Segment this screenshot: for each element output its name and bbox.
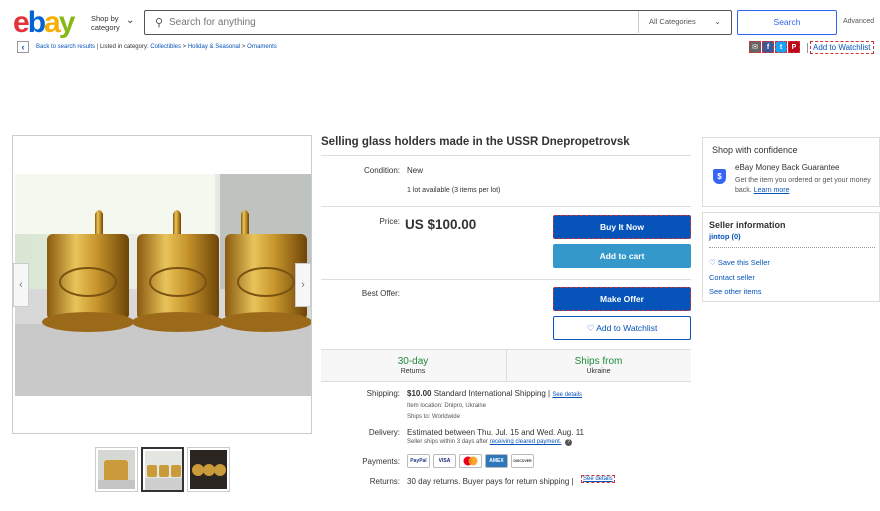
heart-icon: ♡ (709, 258, 718, 267)
contact-seller-link[interactable]: Contact seller (709, 273, 755, 282)
top-add-to-watchlist-link[interactable]: Add to Watchlist (807, 41, 874, 54)
cleared-payment-link[interactable]: receiving cleared payment. (490, 439, 562, 445)
returns-label: Returns: (369, 477, 400, 486)
price-value: US $100.00 (405, 217, 477, 232)
facebook-icon[interactable]: f (762, 41, 774, 53)
make-offer-button[interactable]: Make Offer (553, 287, 691, 311)
category-select-value: All Categories (649, 17, 696, 26)
thumbnail-3[interactable] (187, 447, 230, 492)
search-button[interactable]: Search (737, 10, 837, 35)
help-icon[interactable]: ? (565, 439, 573, 446)
divider (321, 155, 691, 156)
listed-in-label: Listed in category: (99, 44, 149, 50)
save-seller-link[interactable]: ♡ Save this Seller (709, 258, 770, 267)
returns-summary: 30-day Returns (321, 350, 505, 381)
heart-icon: ♡ (586, 323, 597, 333)
ships-from-summary: Ships from Ukraine (506, 350, 690, 381)
price-label: Price: (379, 217, 400, 226)
thumbnail-2-selected[interactable] (141, 447, 184, 492)
main-product-image[interactable] (12, 135, 312, 434)
guarantee-description: Get the item you ordered or get your mon… (735, 177, 871, 194)
category-select[interactable]: All Categories ⌄ (638, 11, 731, 33)
image-next-arrow[interactable]: › (295, 263, 311, 307)
thumbnail-1[interactable] (95, 447, 138, 492)
delivery-estimate: Estimated between Thu. Jul. 15 and Wed. … (407, 428, 585, 437)
twitter-icon[interactable]: t (775, 41, 787, 53)
email-icon[interactable]: ✉ (749, 41, 761, 53)
search-bar: ⚲ All Categories ⌄ (144, 10, 732, 35)
ships-from-country: Ukraine (586, 368, 611, 375)
delivery-note-text: Seller ships within 3 days after (407, 439, 489, 445)
pinterest-icon[interactable]: P (788, 41, 800, 53)
availability-text: 1 lot available (3 items per lot) (407, 187, 501, 194)
shipping-label: Shipping: (366, 389, 400, 398)
add-to-watchlist-button[interactable]: ♡ Add to Watchlist (553, 316, 691, 340)
divider (709, 247, 875, 248)
shop-with-confidence-panel: Shop with confidence $ eBay Money Back G… (702, 137, 880, 207)
ships-from-title: Ships from (574, 356, 623, 367)
back-to-search-link[interactable]: Back to search results (36, 44, 95, 50)
returns-shipping-summary: 30-day Returns Ships from Ukraine (321, 349, 691, 382)
share-icons: ✉ f t P (749, 41, 800, 54)
thumbnail-strip (95, 447, 230, 492)
breadcrumb-item-collectibles[interactable]: Collectibles (150, 44, 181, 50)
condition-value: New (407, 166, 424, 175)
payment-methods: PayPal VISA AMEX DISCOVER (407, 454, 534, 468)
condition-label: Condition: (363, 166, 400, 175)
divider (321, 279, 691, 280)
search-input[interactable] (169, 11, 639, 33)
confidence-heading: Shop with confidence (712, 145, 798, 155)
item-location: Item location: Dnipro, Ukraine (407, 403, 487, 409)
shield-icon: $ (713, 169, 726, 184)
breadcrumb: Back to search results | Listed in categ… (36, 44, 277, 50)
seller-information-panel: Seller information jintop (0) ♡ Save thi… (702, 212, 880, 302)
breadcrumb-item-ornaments[interactable]: Ornaments (247, 44, 277, 50)
ebay-logo[interactable]: ebay (13, 8, 75, 38)
chevron-down-icon: ⌄ (126, 15, 135, 26)
add-to-cart-button[interactable]: Add to cart (553, 244, 691, 268)
shipping-line: $10.00 Standard International Shipping |… (407, 389, 582, 398)
see-other-items-link[interactable]: See other items (709, 287, 762, 296)
learn-more-link[interactable]: Learn more (754, 187, 790, 194)
delivery-label: Delivery: (368, 428, 400, 437)
returns-see-details-link[interactable]: See details (581, 475, 615, 483)
seller-name-link[interactable]: jintop (0) (709, 232, 741, 241)
back-arrow-icon[interactable]: ‹ (17, 41, 29, 53)
buy-it-now-button[interactable]: Buy It Now (553, 215, 691, 239)
breadcrumb-item-holiday[interactable]: Holiday & Seasonal (188, 44, 240, 50)
add-to-watchlist-label: Add to Watchlist (596, 323, 658, 333)
ships-to: Ships to: Worldwide (407, 414, 460, 420)
best-offer-label: Best Offer: (361, 289, 400, 298)
payments-label: Payments: (362, 457, 400, 466)
delivery-note: Seller ships within 3 days after receivi… (407, 439, 573, 446)
amex-icon: AMEX (485, 454, 508, 468)
shop-by-category-label: Shop by category (91, 14, 120, 32)
advanced-search-link[interactable]: Advanced (843, 18, 874, 25)
returns-text: 30 day returns. Buyer pays for return sh… (407, 477, 574, 486)
divider (321, 206, 691, 207)
image-prev-arrow[interactable]: ‹ (13, 263, 29, 307)
shipping-method: Standard International Shipping | (433, 389, 551, 398)
returns-sub: Returns (400, 368, 426, 375)
discover-icon: DISCOVER (511, 454, 534, 468)
product-photo (15, 174, 311, 396)
listing-title: Selling glass holders made in the USSR D… (321, 136, 630, 148)
search-icon: ⚲ (155, 17, 164, 29)
seller-heading: Seller information (709, 220, 786, 230)
shop-by-category-button[interactable]: Shop by category ⌄ (91, 14, 134, 32)
paypal-icon: PayPal (407, 454, 430, 468)
money-back-guarantee: eBay Money Back Guarantee (735, 163, 840, 172)
mastercard-icon (459, 454, 482, 468)
shipping-see-details-link[interactable]: See details (552, 392, 582, 398)
visa-icon: VISA (433, 454, 456, 468)
returns-days: 30-day (397, 356, 429, 367)
shipping-price: $10.00 (407, 389, 432, 398)
chevron-down-icon: ⌄ (714, 17, 721, 26)
